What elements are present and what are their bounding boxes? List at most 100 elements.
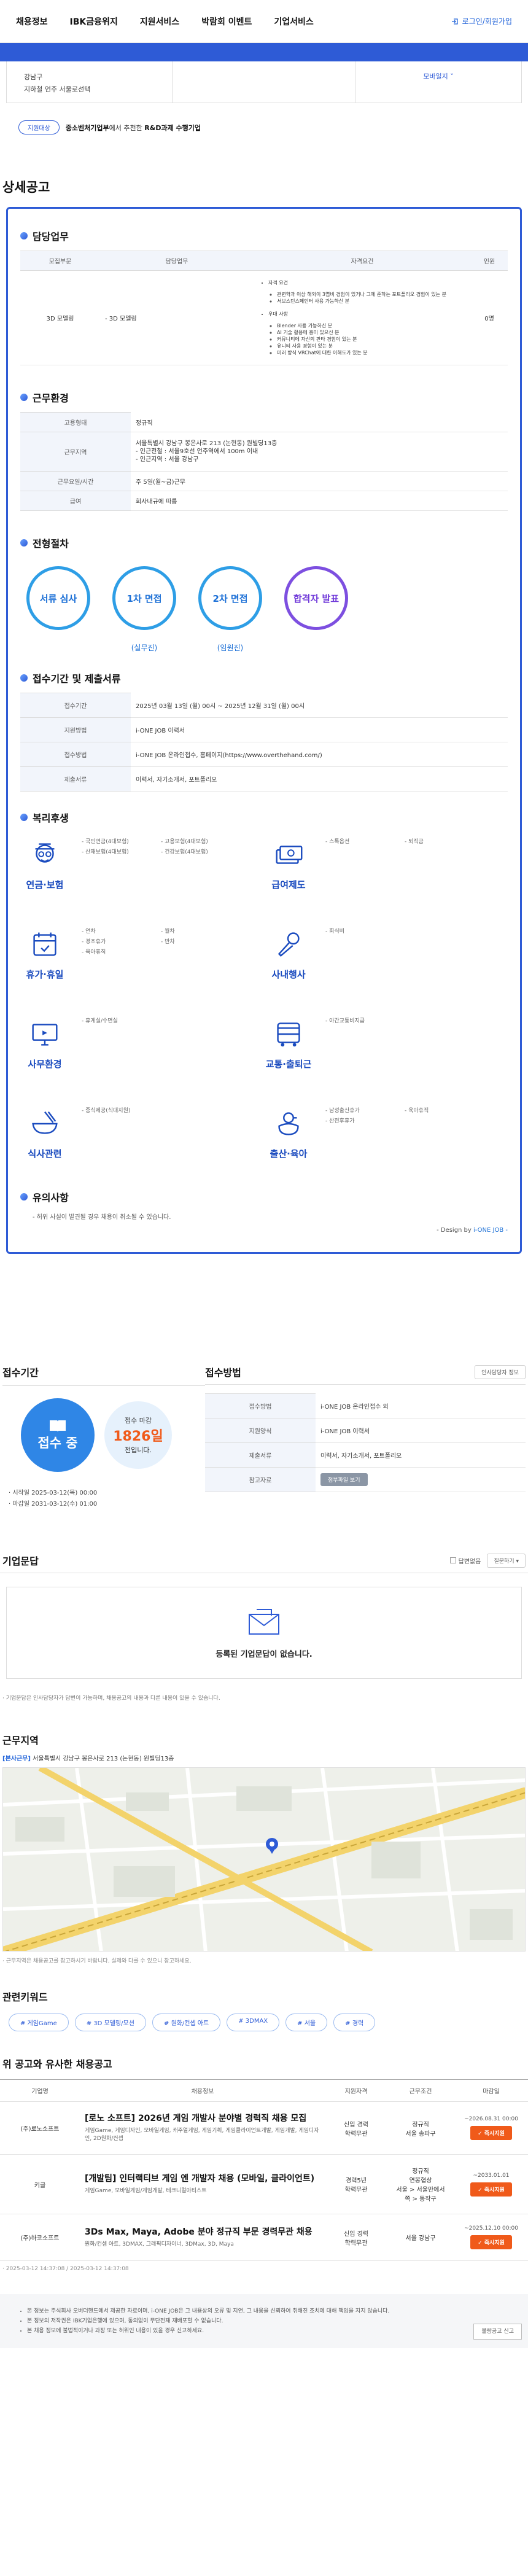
bullet-dot-icon — [20, 394, 28, 401]
hr-contact-button[interactable]: 인사담당자 정보 — [475, 1364, 526, 1379]
similar-company[interactable]: 키글 — [0, 2154, 80, 2214]
qna-empty-message: 등록된 기업문답이 없습니다. — [215, 1649, 313, 1659]
apply-method-title: 접수방법 — [205, 1367, 241, 1379]
welfare-list-item: 연차 — [82, 927, 156, 935]
env-key: 근무지역 — [20, 432, 131, 472]
keyword-tag[interactable]: # 경력 — [333, 2014, 376, 2031]
welfare-heading: 복리후생 — [20, 810, 508, 825]
qual-item: 서브스턴스페인터 사용 가능하신 분 — [277, 298, 465, 305]
location-summary-box: 강남구 지하철 언주 서울로선택 모바일지 ˅ — [6, 61, 522, 103]
apply-method-table: 접수방법 i-ONE JOB 온라인접수 외 지원양식 i-ONE JOB 이력서 … — [205, 1393, 526, 1492]
welfare-list-item: 반차 — [161, 937, 235, 945]
welfare-item-meal: 식사관련 중식제공(식대지원) — [20, 1106, 264, 1173]
keyword-tag[interactable]: # 3DMAX — [227, 2014, 280, 2031]
similar-job-info: 3Ds Max, Maya, Adobe 분야 정규직 부문 경력무관 채용 원화… — [80, 2214, 325, 2261]
qna-select[interactable]: 질문하기 ▾ — [487, 1553, 526, 1568]
step-sub: (실무진) — [131, 644, 158, 652]
table-row: (주)하코소프트 3Ds Max, Maya, Adobe 분야 정규직 부문 … — [0, 2214, 528, 2261]
similar-qual: 신입 경력 학력무관 — [325, 2101, 387, 2155]
qual-item: 미러 방식 VRChat에 대한 이해도가 있는 분 — [277, 349, 465, 356]
apply-section: 접수기간 접수 중 접수 마감 1826일 전입니다. · 시작일 2025-0… — [0, 1364, 528, 1510]
welfare-item-vacation: 휴가·휴일 연차 경조휴가 육아휴직 월차 반차 — [20, 927, 264, 994]
qual-list-2: Blender 사용 가능하신 분 AI 기술 활용에 흥미 있으신 분 커뮤니… — [268, 322, 465, 356]
similar-cond: 정규직 연봉협상 서울 > 서울만에서 쪽 > 동작구 — [387, 2154, 454, 2214]
footer-note: 본 정보의 저작권은 IBK기업은행에 있으며, 동의없이 무단전재 재배포할 … — [27, 2316, 510, 2326]
welfare-list-item: 야간교통비지급 — [325, 1016, 400, 1024]
duty-task: - 3D 모델링 — [100, 270, 254, 365]
welfare-list-item: 중식제공(식대지원) — [82, 1106, 156, 1114]
similar-job-info: [개발팀] 인터랙티브 게임 엔 개발자 채용 (모바일, 클라이언트) 게임Ga… — [80, 2154, 325, 2214]
apply-period-title: 접수기간 — [2, 1364, 205, 1386]
food-icon — [32, 1111, 58, 1134]
main-nav: 채용정보 IBK금융위지 지원서비스 박람회 이벤트 기업서비스 — [16, 15, 314, 28]
attachment-button[interactable]: 첨부파일 보기 — [320, 1473, 368, 1486]
apply-method-value: 첨부파일 보기 — [316, 1467, 526, 1492]
similar-header: 지원자격 — [325, 2079, 387, 2102]
welfare-label: 연금·보험 — [26, 879, 64, 890]
similar-company[interactable]: (주)로노소프트 — [0, 2101, 80, 2155]
welfare-label: 급여제도 — [271, 879, 306, 890]
microphone-icon — [278, 932, 300, 957]
support-target-row: 지원대상 중소벤처기업부에서 추천한 R&D과제 수행기업 — [18, 120, 510, 134]
location-map[interactable] — [2, 1767, 526, 1951]
salary-icon — [276, 846, 303, 864]
keyword-tag[interactable]: # 3D 모델링/모션 — [74, 2014, 146, 2031]
similar-job-title[interactable]: [개발팀] 인터랙티브 게임 엔 개발자 채용 (모바일, 클라이언트) — [85, 2173, 320, 2185]
welfare-item-salary: 급여제도 스톡옵션 퇴직금 — [264, 837, 508, 905]
similar-company[interactable]: (주)하코소프트 — [0, 2214, 80, 2261]
location-line-2: 지하철 언주 서울로선택 — [24, 85, 91, 93]
welfare-list-item: 스톡옵션 — [325, 837, 400, 845]
nav-item-support[interactable]: 지원서비스 — [140, 15, 179, 28]
apply-method-key: 지원양식 — [205, 1418, 316, 1443]
welfare-list-item: 경조휴가 — [82, 937, 156, 945]
welfare-list: 스톡옵션 퇴직금 — [325, 837, 479, 905]
period-key: 제출서류 — [20, 766, 131, 792]
keyword-tag[interactable]: # 게임Game — [9, 2014, 69, 2031]
nav-item-company[interactable]: 기업서비스 — [274, 15, 313, 28]
quick-apply-button[interactable]: ✓ 즉시지원 — [470, 2182, 512, 2197]
calendar-icon — [33, 932, 56, 956]
keyword-tag[interactable]: # 서울 — [285, 2014, 328, 2031]
remain-days: 1826일 — [113, 1429, 163, 1444]
env-row: 고용형태 정규직 — [20, 412, 508, 432]
similar-job-title[interactable]: 3Ds Max, Maya, Adobe 분야 정규직 부문 경력무관 채용 — [85, 2227, 320, 2238]
support-program: R&D과제 수행기업 — [144, 123, 201, 132]
qual-item: Blender 사용 가능하신 분 — [277, 322, 465, 329]
qual-heading-2: 우대 사항 Blender 사용 가능하신 분 AI 기술 활용에 흥미 있으신… — [268, 311, 465, 356]
period-value: i-ONE JOB 이력서 — [131, 717, 508, 742]
welfare-list-item: 회식비 — [325, 927, 400, 935]
bullet-dot-icon — [20, 814, 28, 821]
quick-apply-button[interactable]: ✓ 즉시지원 — [470, 2235, 512, 2249]
similar-job-title[interactable]: [로노 소프트] 2026년 게임 개발사 분야별 경력직 채용 모집 — [85, 2113, 320, 2125]
period-value: 이력서, 자기소개서, 포트폴리오 — [131, 766, 508, 792]
nav-item-ibk[interactable]: IBK금융위지 — [70, 15, 118, 28]
process-step: 1차 면접 (실무진) — [112, 566, 176, 652]
env-title: 근무환경 — [33, 392, 69, 404]
location-mid-cell — [173, 61, 355, 103]
qual-heading-1: 자격 요건 관련학과 이상 해외이 3엽비 경험이 있거나 그에 준하는 포트폴… — [268, 279, 465, 305]
nav-item-jobs[interactable]: 채용정보 — [16, 15, 48, 28]
similar-header: 근무조건 — [387, 2079, 454, 2102]
caution-title: 유의사항 — [33, 1192, 69, 1204]
unanswered-checkbox[interactable]: 답변없음 — [449, 1556, 481, 1565]
qual-item: 유니티 사용 경험이 있는 분 — [277, 343, 465, 349]
nav-item-fair[interactable]: 박람회 이벤트 — [201, 15, 252, 28]
support-target-pill: 지원대상 — [18, 120, 60, 134]
quick-apply-button[interactable]: ✓ 즉시지원 — [470, 2126, 512, 2140]
map-note: · 근무지역은 채용공고를 참고하시기 바랍니다. 실제와 다를 수 있으니 참… — [2, 1958, 192, 1964]
period-row: 제출서류 이력서, 자기소개서, 포트폴리오 — [20, 766, 508, 792]
similar-header: 마감일 — [454, 2079, 528, 2102]
keyword-tag[interactable]: # 원화/컨셉 아트 — [152, 2014, 221, 2031]
login-link[interactable]: 로그인/회원가입 — [451, 16, 512, 26]
keywords-title: 관련키워드 — [2, 1991, 48, 2003]
mobile-link[interactable]: 모바일지 ˅ — [355, 61, 521, 103]
duty-table: 모집부문 담당업무 자격요건 인원 3D 모델링 - 3D 모델링 자격 요건 … — [20, 251, 508, 365]
welfare-item-childcare: 출산·육아 남성출산휴가 산전후휴가 육아휴직 — [264, 1106, 508, 1173]
remain-label: 접수 마감 — [125, 1417, 152, 1425]
report-job-button[interactable]: 불량공고 신고 — [473, 2324, 522, 2340]
period-key: 접수기간 — [20, 693, 131, 718]
welfare-label: 교통·출퇴근 — [265, 1059, 312, 1070]
similar-cond: 정규직 서울 송파구 — [387, 2101, 454, 2155]
apply-start-date: · 시작일 2025-03-12(목) 00:00 — [9, 1490, 98, 1496]
apply-method-row: 참고자료 첨부파일 보기 — [205, 1467, 526, 1492]
